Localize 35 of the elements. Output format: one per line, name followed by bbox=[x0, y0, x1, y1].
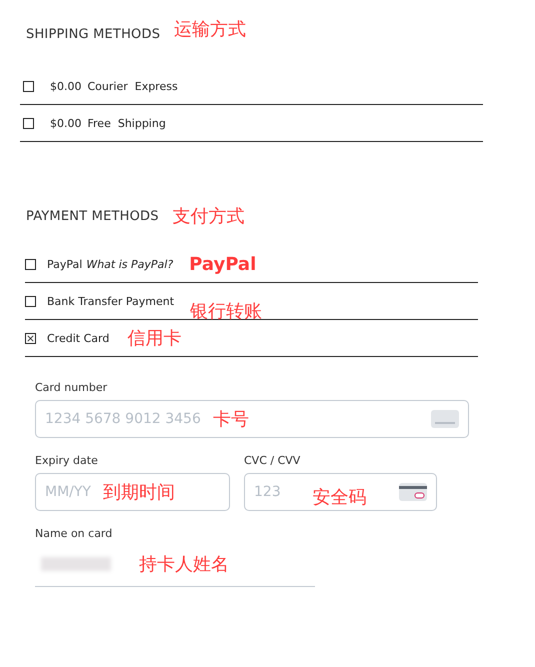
section-title: PAYMENT METHODS bbox=[26, 208, 159, 224]
annotation: 到期时间 bbox=[102, 481, 175, 504]
annotation: 信用卡 bbox=[127, 327, 182, 350]
checkbox[interactable] bbox=[25, 258, 36, 270]
annotation: 安全码 bbox=[312, 486, 367, 509]
cvc-field[interactable]: 123 安全码 bbox=[244, 473, 437, 511]
shipping-price: $0.00 bbox=[50, 80, 82, 92]
card-back-icon bbox=[399, 483, 427, 501]
checkbox[interactable] bbox=[23, 118, 34, 128]
checkbox[interactable] bbox=[23, 80, 34, 92]
card-number-field[interactable]: 1234 5678 9012 3456 卡号 bbox=[35, 400, 469, 438]
payment-option-label: Credit Card bbox=[47, 332, 110, 344]
payment-option-label: Bank Transfer Payment bbox=[47, 294, 174, 308]
field-label: Name on card bbox=[35, 527, 114, 540]
checkbox[interactable] bbox=[25, 332, 36, 344]
annotation: PayPal bbox=[189, 254, 256, 274]
field-label: Card number bbox=[35, 381, 108, 394]
what-is-link[interactable]: What is PayPal? bbox=[86, 258, 174, 270]
shipping-option-label: Courier Express bbox=[88, 80, 178, 92]
shipping-option-label: Free Shipping bbox=[88, 116, 166, 130]
field-label: CVC / CVV bbox=[244, 454, 302, 467]
shipping-price: $0.00 bbox=[50, 116, 82, 130]
name-field[interactable]: 持卡人姓名 bbox=[35, 542, 315, 587]
annotation: 银行转账 bbox=[190, 300, 262, 323]
field-label: Expiry date bbox=[35, 454, 99, 467]
checkbox[interactable] bbox=[25, 296, 36, 306]
card-icon bbox=[431, 410, 459, 428]
annotation: 运输方式 bbox=[174, 18, 246, 41]
annotation: 持卡人姓名 bbox=[139, 553, 229, 576]
redacted-value bbox=[41, 557, 111, 571]
annotation: 支付方式 bbox=[172, 205, 245, 228]
payment-option-label: PayPal bbox=[47, 258, 82, 270]
section-title: SHIPPING METHODS bbox=[26, 26, 160, 42]
expiry-field[interactable]: MM/YY 到期时间 bbox=[35, 473, 230, 511]
annotation: 卡号 bbox=[212, 408, 249, 431]
